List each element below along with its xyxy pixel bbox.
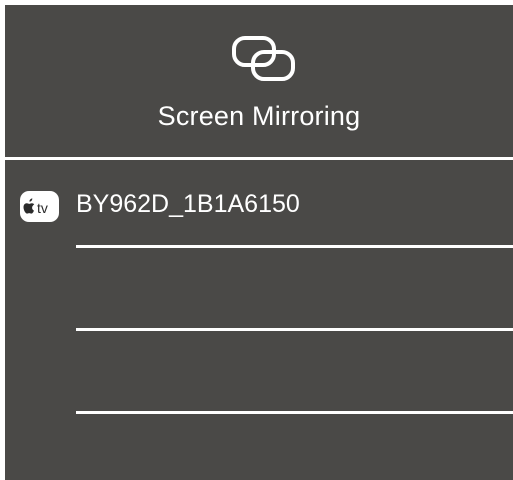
- device-name: BY962D_1B1A6150: [76, 190, 300, 218]
- screen-mirroring-icon: [232, 36, 295, 81]
- device-row-empty[interactable]: [5, 331, 513, 413]
- header: Screen Mirroring: [5, 5, 513, 158]
- device-row-empty[interactable]: [5, 248, 513, 330]
- row-divider: [76, 411, 513, 414]
- svg-text:tv: tv: [37, 200, 48, 216]
- page-title: Screen Mirroring: [157, 101, 361, 131]
- device-row[interactable]: tv BY962D_1B1A6150: [5, 160, 513, 242]
- device-list: tv BY962D_1B1A6150: [5, 160, 513, 480]
- apple-tv-icon: tv: [20, 191, 59, 222]
- screen-mirroring-panel: Screen Mirroring tv BY962D_1B1A6150: [5, 5, 513, 480]
